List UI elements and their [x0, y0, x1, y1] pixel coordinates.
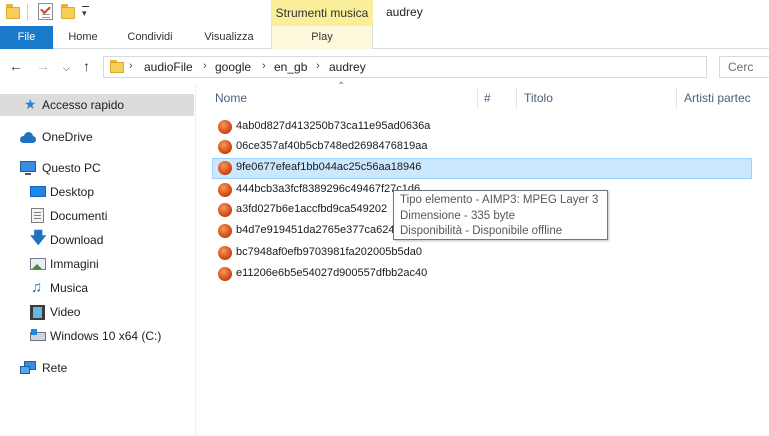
video-film-icon: [30, 305, 46, 320]
breadcrumb-audiofile[interactable]: audioFile: [144, 60, 193, 74]
file-row[interactable]: bc7948af0efb9703981fa202005b5da0: [212, 243, 752, 263]
properties-checkmark-icon[interactable]: [38, 3, 53, 20]
file-row[interactable]: 06ce357af40b5cb748ed2698476819aa: [212, 137, 752, 157]
breadcrumb-chevron-icon[interactable]: ›: [129, 60, 133, 72]
sidebar-item-desktop[interactable]: Desktop: [0, 181, 194, 203]
forward-arrow-icon[interactable]: →: [36, 58, 50, 74]
column-header-title[interactable]: Titolo: [524, 91, 553, 105]
aimp-audio-file-icon: [218, 246, 232, 260]
folder-icon[interactable]: [6, 4, 20, 20]
column-header-name[interactable]: Nome: [215, 91, 247, 105]
documents-icon: [31, 208, 47, 223]
aimp-audio-file-icon: [218, 183, 232, 197]
file-row[interactable]: 4ab0d827d413250b73ca11e95ad0636a: [212, 117, 752, 137]
aimp-audio-file-icon: [218, 161, 232, 175]
sidebar-item-onedrive[interactable]: OneDrive: [0, 126, 194, 148]
address-folder-icon: [110, 60, 124, 74]
aimp-audio-file-icon: [218, 120, 232, 134]
tooltip-type-line: Tipo elemento - AIMP3: MPEG Layer 3: [400, 194, 599, 206]
desktop-icon: [30, 185, 46, 199]
file-info-tooltip: Tipo elemento - AIMP3: MPEG Layer 3 Dime…: [393, 190, 608, 240]
tab-play[interactable]: Play: [271, 26, 373, 49]
tab-view[interactable]: Visualizza: [197, 26, 261, 49]
file-row-selected[interactable]: 9fe0677efeaf1bb044ac25c56aa18946: [212, 158, 752, 179]
customize-quick-access-dropdown-icon[interactable]: ▾: [82, 6, 89, 18]
sort-ascending-chevron-icon: ⌃: [337, 81, 346, 92]
breadcrumb-chevron-icon[interactable]: ›: [203, 60, 207, 72]
column-divider[interactable]: [676, 87, 677, 109]
toolbar-divider: [27, 4, 28, 20]
up-arrow-icon[interactable]: ↑: [83, 58, 90, 74]
computer-icon: [20, 161, 36, 175]
column-divider[interactable]: [516, 87, 517, 109]
tab-home[interactable]: Home: [64, 26, 102, 49]
file-name: bc7948af0efb9703981fa202005b5da0: [236, 246, 422, 258]
pictures-icon: [30, 257, 46, 271]
sidebar-item-download[interactable]: 🡇 Download: [0, 229, 194, 251]
column-divider[interactable]: [477, 87, 478, 109]
cloud-icon: [20, 132, 36, 146]
tooltip-availability-line: Disponibilità - Disponibile offline: [400, 225, 563, 237]
sidebar-item-documents[interactable]: Documenti: [0, 205, 194, 227]
back-arrow-icon[interactable]: ←: [9, 58, 23, 74]
breadcrumb-audrey[interactable]: audrey: [329, 60, 366, 74]
file-name: e11206e6b5e54027d900557dfbb2ac40: [236, 267, 428, 279]
download-arrow-icon: 🡇: [30, 230, 47, 247]
file-name: 4ab0d827d413250b73ca11e95ad0636a: [236, 120, 431, 132]
network-icon: [20, 361, 36, 375]
file-row[interactable]: e11206e6b5e54027d900557dfbb2ac40: [212, 264, 752, 284]
sidebar-item-quick-access[interactable]: ★ Accesso rapido: [0, 94, 194, 116]
column-header-contributing-artists[interactable]: Artisti partec: [684, 91, 751, 105]
sidebar-item-pictures[interactable]: Immagini: [0, 253, 194, 275]
aimp-audio-file-icon: [218, 140, 232, 154]
tab-share[interactable]: Condividi: [120, 26, 180, 49]
sidebar-item-this-pc[interactable]: Questo PC: [0, 157, 194, 179]
breadcrumb-chevron-icon[interactable]: ›: [262, 60, 266, 72]
file-name: 9fe0677efeaf1bb044ac25c56aa18946: [236, 161, 422, 173]
file-name: 06ce357af40b5cb748ed2698476819aa: [236, 140, 428, 152]
file-name: b4d7e919451da2765e377ca624: [236, 224, 395, 236]
breadcrumb-google[interactable]: google: [215, 60, 251, 74]
ribbon-tab-bar: File Home Condividi Visualizza Play: [0, 26, 769, 49]
tooltip-size-line: Dimensione - 335 byte: [400, 209, 516, 222]
drive-icon: [30, 329, 46, 343]
music-tools-context-header: Strumenti musica: [271, 0, 373, 26]
new-folder-icon[interactable]: [61, 4, 75, 20]
breadcrumb-en-gb[interactable]: en_gb: [274, 60, 307, 74]
title-bar: ▾: [0, 0, 769, 26]
recent-locations-chevron-icon[interactable]: ⌵: [63, 60, 70, 76]
window-title: audrey: [386, 5, 423, 19]
sidebar-item-network[interactable]: Rete: [0, 357, 194, 379]
star-pin-icon: ★: [24, 96, 37, 112]
aimp-audio-file-icon: [218, 224, 232, 238]
column-header-track-number[interactable]: #: [484, 91, 491, 105]
music-note-icon: ♫: [31, 279, 43, 296]
navigation-pane: ★ Accesso rapido OneDrive Questo PC Desk…: [0, 84, 196, 436]
aimp-audio-file-icon: [218, 203, 232, 217]
sidebar-item-music[interactable]: ♫ Musica: [0, 277, 194, 299]
breadcrumb-chevron-icon[interactable]: ›: [316, 60, 320, 72]
search-input[interactable]: Cerc: [719, 56, 769, 78]
sidebar-item-drive-c[interactable]: Windows 10 x64 (C:): [0, 325, 194, 347]
address-bar[interactable]: › audioFile › google › en_gb › audrey: [103, 56, 707, 78]
file-name: a3fd027b6e1accfbd9ca549202: [236, 203, 388, 215]
aimp-audio-file-icon: [218, 267, 232, 281]
sidebar-item-video[interactable]: Video: [0, 301, 194, 323]
tab-file[interactable]: File: [0, 26, 53, 49]
